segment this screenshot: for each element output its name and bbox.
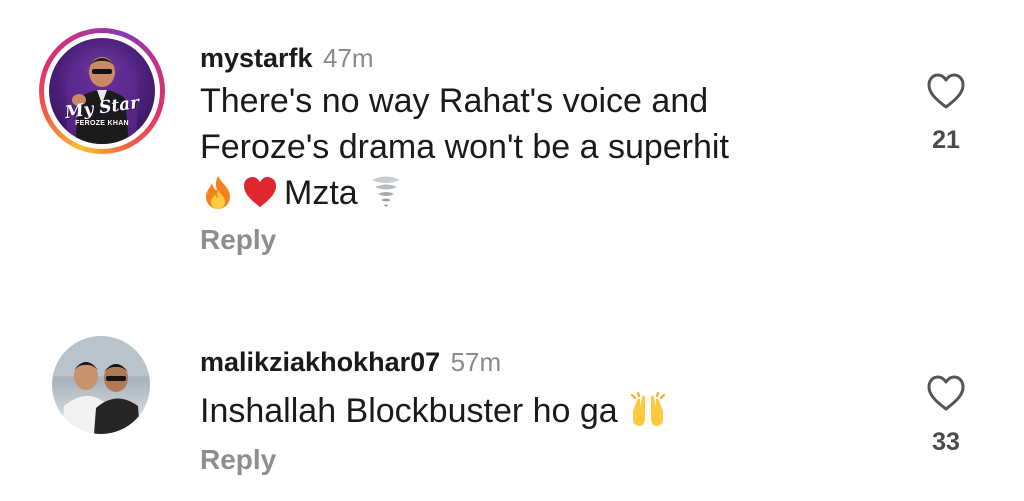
comment-username[interactable]: malikziakhokhar07 <box>200 347 440 377</box>
red-heart-emoji-icon <box>244 177 276 207</box>
like-count: 21 <box>932 126 960 154</box>
comment-item: malikziakhokhar07 57m Inshallah Blockbus… <box>0 300 1024 501</box>
comment-text-line-3: Mzta <box>200 170 729 216</box>
avatar-person-image <box>67 57 137 144</box>
avatar-logo-subtext: FEROZE KHAN <box>75 120 129 127</box>
comment-timestamp: 57m <box>450 347 502 377</box>
comment-meta: mystarfk 47m <box>200 38 729 78</box>
avatar-people-image <box>52 336 150 434</box>
like-section: 21 <box>906 72 986 155</box>
avatar-story-ring[interactable]: My Star FEROZE KHAN <box>39 28 165 154</box>
comment-text-line-2: Feroze's drama won't be a superhit <box>200 128 729 166</box>
reply-button[interactable]: Reply <box>200 224 276 256</box>
comment-meta: malikziakhokhar07 57m <box>200 342 672 382</box>
fire-emoji-icon <box>206 176 230 209</box>
avatar: My Star FEROZE KHAN <box>49 38 155 144</box>
raising-hands-emoji-icon <box>630 392 665 426</box>
heart-icon[interactable] <box>926 72 966 110</box>
heart-icon[interactable] <box>926 374 966 412</box>
avatar-ring-gap: My Star FEROZE KHAN <box>44 33 160 149</box>
comment-text-mzta: Mzta <box>284 174 358 212</box>
comment-text: Inshallah Blockbuster ho ga <box>200 392 618 430</box>
comment-text-line-1: There's no way Rahat's voice and <box>200 82 709 120</box>
tornado-emoji-icon <box>371 176 400 207</box>
comment-body: mystarfk 47m There's no way Rahat's voic… <box>200 38 729 256</box>
like-count: 33 <box>932 428 960 456</box>
like-section: 33 <box>906 374 986 457</box>
comment-text-line-1: Inshallah Blockbuster ho ga <box>200 388 672 434</box>
avatar[interactable] <box>52 336 150 434</box>
comment-username[interactable]: mystarfk <box>200 43 313 73</box>
comment-item: My Star FEROZE KHAN mystarfk 47m There's… <box>0 0 1024 300</box>
comment-body: malikziakhokhar07 57m Inshallah Blockbus… <box>200 342 672 476</box>
comment-timestamp: 47m <box>323 43 374 73</box>
reply-button[interactable]: Reply <box>200 444 276 476</box>
